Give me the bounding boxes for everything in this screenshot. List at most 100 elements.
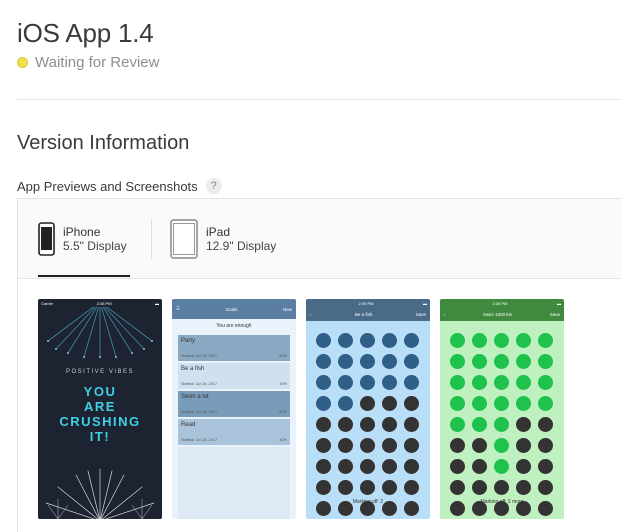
dot-empty	[360, 396, 375, 411]
tab-ipad-size: 12.9" Display	[206, 238, 277, 253]
dot-empty	[382, 417, 397, 432]
status-text: Waiting for Review	[35, 54, 160, 71]
dot-filled	[472, 396, 487, 411]
goal-name: Read	[181, 422, 196, 428]
battery-icon: ▬	[557, 300, 561, 306]
nav-bar: ‹ Be a fish Save	[306, 307, 430, 321]
goal-name: Be a fish	[181, 366, 205, 372]
progress-grid	[450, 333, 553, 516]
list-item: Swim a lot Started: Oct 26, 2017 60%	[178, 391, 290, 417]
goal-meta: Started: Oct 26, 2017	[181, 354, 218, 358]
screenshot-2[interactable]: ☰ Goals New You are enough Party Started…	[172, 299, 296, 519]
dot-filled	[472, 375, 487, 390]
dot-empty	[538, 459, 553, 474]
dot-empty	[516, 480, 531, 495]
dot-filled	[338, 333, 353, 348]
goal-meta: Started: Oct 26, 2017	[181, 410, 218, 414]
dot-filled	[494, 375, 509, 390]
dot-empty	[450, 459, 465, 474]
dot-empty	[472, 480, 487, 495]
screenshots-row: Carrier 2:38 PM ▬ POSITIVE VIBES YOU ARE…	[18, 279, 621, 532]
previews-heading-label: App Previews and Screenshots	[17, 178, 198, 194]
list-item: Read Started: Oct 26, 2017 40%	[178, 419, 290, 445]
dot-filled	[472, 354, 487, 369]
time-text: 2:38 PM	[96, 300, 112, 306]
app-version-title: iOS App 1.4	[17, 18, 154, 48]
dot-empty	[316, 480, 331, 495]
dot-filled	[494, 354, 509, 369]
dot-empty	[404, 396, 419, 411]
dot-empty	[516, 417, 531, 432]
time-text: 2:38 PM	[492, 300, 508, 306]
dot-filled	[360, 333, 375, 348]
dot-empty	[338, 459, 353, 474]
progress-grid	[316, 333, 419, 516]
dot-empty	[404, 480, 419, 495]
dot-empty	[450, 438, 465, 453]
help-icon[interactable]: ?	[205, 178, 222, 194]
dot-empty	[316, 417, 331, 432]
dot-filled	[338, 396, 353, 411]
dot-filled	[516, 396, 531, 411]
dot-filled	[516, 333, 531, 348]
dot-empty	[538, 480, 553, 495]
save-label: Save	[549, 311, 560, 317]
screenshot-3[interactable]: 2:39 PM ▬ ‹ Be a fish Save Marking off: 2	[306, 299, 430, 519]
dot-empty	[516, 459, 531, 474]
dot-filled	[494, 396, 509, 411]
dot-empty	[382, 396, 397, 411]
nav-title: Swim 1000 km	[482, 311, 513, 317]
dot-empty	[382, 438, 397, 453]
back-icon: ‹	[444, 311, 446, 317]
screenshots-panel: iPhone 5.5" Display iPad 12.9" Display C…	[17, 198, 621, 532]
iphone-icon	[38, 221, 55, 256]
dot-filled	[538, 354, 553, 369]
marking-text: Marking off: 2	[352, 499, 384, 505]
dot-empty	[516, 438, 531, 453]
dot-empty	[360, 459, 375, 474]
dot-empty	[538, 417, 553, 432]
dot-empty	[316, 438, 331, 453]
goal-meta: Started: Oct 26, 2017	[181, 438, 218, 442]
dot-empty	[472, 438, 487, 453]
tab-ipad[interactable]: iPad 12.9" Display	[170, 199, 276, 278]
nav-right: New	[282, 306, 292, 312]
goal-pct: 60%	[279, 410, 287, 414]
goal-name: Party	[181, 338, 196, 344]
dot-filled	[316, 396, 331, 411]
dot-filled	[404, 375, 419, 390]
screenshot-1[interactable]: Carrier 2:38 PM ▬ POSITIVE VIBES YOU ARE…	[38, 299, 162, 519]
device-tabs: iPhone 5.5" Display iPad 12.9" Display	[18, 199, 621, 279]
nav-bar: ‹ Swim 1000 km Save	[440, 307, 564, 321]
tab-divider	[151, 219, 152, 259]
tab-iphone[interactable]: iPhone 5.5" Display	[38, 199, 127, 278]
dot-filled	[450, 354, 465, 369]
dot-filled	[360, 375, 375, 390]
goal-name: Swim a lot	[181, 394, 209, 400]
previews-heading: App Previews and Screenshots ?	[17, 178, 222, 194]
dot-empty	[338, 480, 353, 495]
dot-filled	[516, 375, 531, 390]
status-dot-icon	[17, 57, 28, 68]
dot-filled	[538, 375, 553, 390]
headline-line-4: IT!	[89, 429, 111, 444]
nav-title: Goals	[225, 306, 238, 312]
list-item: Party Started: Oct 26, 2017 80%	[178, 335, 290, 361]
dot-empty	[360, 417, 375, 432]
status-bar: 2:39 PM ▬	[306, 299, 430, 307]
menu-icon: ☰	[176, 306, 181, 311]
dot-filled	[450, 417, 465, 432]
active-tab-indicator	[38, 275, 130, 277]
dot-empty	[338, 438, 353, 453]
dot-empty	[316, 459, 331, 474]
dot-empty	[382, 459, 397, 474]
marking-text: Marking off: 2 more	[480, 499, 524, 505]
dot-filled	[450, 375, 465, 390]
dot-filled	[382, 333, 397, 348]
dot-filled	[316, 354, 331, 369]
dot-filled	[382, 354, 397, 369]
nav-title: Be a fish	[354, 311, 373, 317]
dot-filled	[404, 333, 419, 348]
screenshot-4[interactable]: 2:38 PM ▬ ‹ Swim 1000 km Save Marking off…	[440, 299, 564, 519]
save-label: Save	[415, 311, 426, 317]
